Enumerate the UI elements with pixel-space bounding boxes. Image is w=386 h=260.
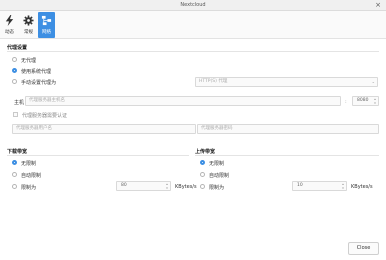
proxy-none-radio[interactable] (12, 57, 17, 62)
tab-activity-label: 动态 (5, 30, 14, 35)
download-limit-radio[interactable] (12, 184, 17, 189)
download-auto-radio[interactable] (12, 172, 17, 177)
proxy-user-input[interactable]: 代理服务器用户名 (12, 124, 196, 134)
proxy-password-input[interactable]: 代理服务器密码 (197, 124, 379, 134)
settings-toolbar: 动态 常规 网络 (0, 11, 386, 39)
port-stepper-icon[interactable]: ▴ ▾ (373, 97, 377, 105)
tab-network[interactable]: 网络 (38, 12, 55, 38)
gear-icon (23, 15, 34, 26)
tab-activity[interactable]: 动态 (1, 12, 18, 38)
activity-icon (5, 15, 14, 26)
upload-limit-input[interactable]: 10 ▴ ▾ (292, 181, 347, 191)
upload-limit-radio[interactable] (200, 184, 205, 189)
window-title: Nextcloud (180, 2, 206, 8)
download-unlimited-label: 无限制 (21, 161, 37, 167)
download-stepper-icon[interactable]: ▴ ▾ (165, 182, 169, 190)
tab-general-label: 常规 (24, 30, 33, 35)
proxy-system-label: 使用系统代理 (21, 69, 52, 75)
proxy-type-dropdown[interactable]: HTTP(S) 代理 ⌄ (195, 77, 378, 87)
port-separator: : (345, 99, 347, 105)
auth-checkbox[interactable] (13, 112, 18, 117)
download-limit-value: 80 (121, 183, 127, 188)
close-button[interactable]: Close (348, 242, 379, 255)
tab-general[interactable]: 常规 (20, 12, 37, 38)
upload-limit-value: 10 (297, 183, 303, 188)
host-label: 主机 (14, 100, 25, 106)
tab-network-label: 网络 (42, 30, 51, 35)
proxy-type-value: HTTP(S) 代理 (199, 79, 228, 84)
upload-auto-radio[interactable] (200, 172, 205, 177)
title-bar: Nextcloud × (0, 0, 386, 11)
download-unlimited-radio[interactable] (12, 160, 17, 165)
upload-divider (195, 155, 379, 156)
download-limit-input[interactable]: 80 ▴ ▾ (116, 181, 171, 191)
proxy-manual-label: 手动设置代理为 (21, 80, 57, 86)
chevron-down-icon: ⌄ (371, 79, 375, 84)
proxy-divider (7, 51, 379, 52)
port-input[interactable]: 8080 ▴ ▾ (352, 96, 379, 106)
window-close-icon[interactable]: × (375, 1, 381, 9)
download-unit: KBytes/s (175, 184, 197, 190)
proxy-system-radio[interactable] (12, 68, 17, 73)
upload-heading: 上传带宽 (195, 149, 216, 155)
upload-limit-label: 限制为 (209, 185, 225, 191)
upload-unlimited-radio[interactable] (200, 160, 205, 165)
download-limit-label: 限制为 (21, 185, 37, 191)
upload-unit: KBytes/s (351, 184, 373, 190)
host-input[interactable]: 代理服务器主机名 (25, 96, 341, 106)
upload-auto-label: 自动限制 (209, 173, 230, 179)
download-heading: 下载带宽 (7, 149, 28, 155)
proxy-none-label: 无代理 (21, 58, 37, 64)
proxy-manual-radio[interactable] (12, 79, 17, 84)
download-divider (7, 155, 189, 156)
network-icon (41, 15, 52, 26)
upload-stepper-icon[interactable]: ▴ ▾ (341, 182, 345, 190)
download-auto-label: 自动限制 (21, 173, 42, 179)
proxy-heading: 代理设置 (7, 45, 28, 51)
port-value: 8080 (357, 98, 369, 103)
upload-unlimited-label: 无限制 (209, 161, 225, 167)
auth-label: 代理服务器需要认证 (22, 113, 68, 119)
